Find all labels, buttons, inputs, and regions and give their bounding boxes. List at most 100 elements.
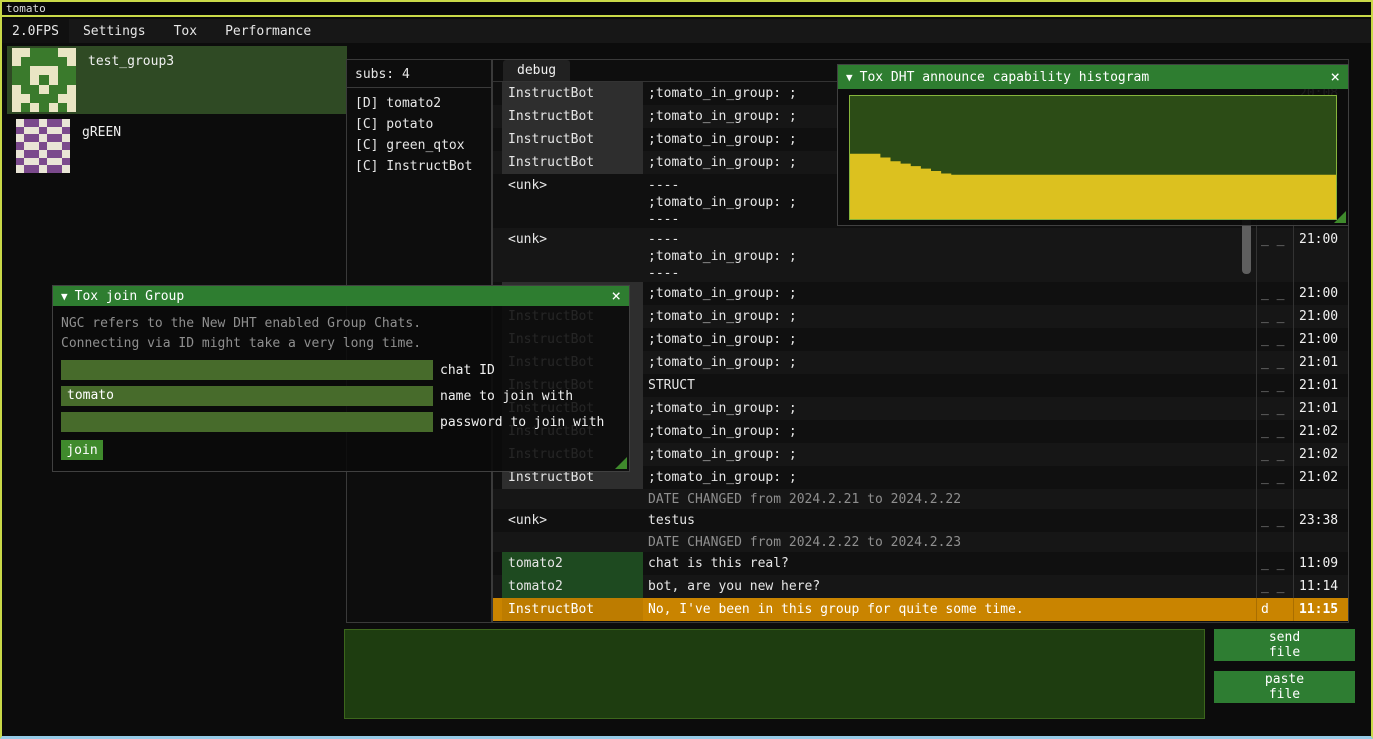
sender-name [502, 532, 643, 552]
sender-name: InstructBot [502, 128, 643, 151]
send-file-button[interactable]: send file [1214, 629, 1355, 661]
row-spacer [493, 489, 502, 509]
timestamp: 21:00 [1293, 305, 1348, 328]
join-group-titlebar[interactable]: ▼ Tox join Group × [53, 286, 629, 306]
group-list: test_group3 gREEN [7, 46, 347, 178]
read-marker: _ _ [1256, 374, 1293, 397]
window-titlebar[interactable]: tomato [2, 2, 1371, 17]
sender-name: InstructBot [502, 598, 643, 621]
dht-histogram-titlebar[interactable]: ▼ Tox DHT announce capability histogram … [838, 65, 1348, 89]
message-text: ;tomato_in_group: ; [643, 420, 1256, 443]
date-changed-text: DATE CHANGED from 2024.2.21 to 2024.2.22 [643, 489, 1256, 509]
join-name-label: name to join with [440, 389, 573, 404]
menu-item-tox[interactable]: Tox [160, 19, 211, 43]
collapse-arrow-icon[interactable]: ▼ [61, 290, 68, 303]
member-list-item[interactable]: [D] tomato2 [347, 93, 491, 114]
sender-name: <unk> [502, 174, 643, 228]
row-spacer [493, 228, 502, 282]
sender-name: InstructBot [502, 82, 643, 105]
sender-name: InstructBot [502, 151, 643, 174]
read-marker: _ _ [1256, 305, 1293, 328]
join-name-input[interactable]: tomato [61, 386, 433, 406]
message-text: bot, are you new here? [643, 575, 1256, 598]
read-marker [1256, 532, 1293, 552]
member-list-item[interactable]: [C] green_qtox [347, 135, 491, 156]
members-count-header: subs: 4 [347, 60, 491, 87]
message-text: chat is this real? [643, 552, 1256, 575]
read-marker: _ _ [1256, 443, 1293, 466]
timestamp: 21:00 [1293, 282, 1348, 305]
join-group-body: NGC refers to the New DHT enabled Group … [53, 306, 629, 468]
message-text: STRUCT [643, 374, 1256, 397]
row-spacer [493, 509, 502, 532]
join-info-line: NGC refers to the New DHT enabled Group … [61, 314, 621, 334]
read-marker: _ _ [1256, 466, 1293, 489]
row-spacer [493, 174, 502, 228]
read-marker: _ _ [1256, 575, 1293, 598]
sender-name: tomato2 [502, 552, 643, 575]
collapse-arrow-icon[interactable]: ▼ [846, 71, 853, 84]
join-group-title: Tox join Group [75, 289, 185, 304]
chat-message-row[interactable]: <unk>----;tomato_in_group: ;----_ _21:00 [493, 228, 1348, 282]
chat-message-row[interactable]: InstructBotNo, I've been in this group f… [493, 598, 1348, 621]
read-marker [1256, 489, 1293, 509]
group-item-green[interactable]: gREEN [7, 116, 347, 176]
chat-date-separator[interactable]: DATE CHANGED from 2024.2.21 to 2024.2.22 [493, 489, 1348, 509]
chat-date-separator[interactable]: DATE CHANGED from 2024.2.22 to 2024.2.23 [493, 532, 1348, 552]
menu-item-performance[interactable]: Performance [211, 19, 325, 43]
join-info-line: Connecting via ID might take a very long… [61, 334, 621, 354]
read-marker: d [1256, 598, 1293, 621]
chat-id-input[interactable] [61, 360, 433, 380]
row-spacer [493, 151, 502, 174]
timestamp: 11:15 [1293, 598, 1348, 621]
read-marker: _ _ [1256, 509, 1293, 532]
row-spacer [493, 598, 502, 621]
read-marker: _ _ [1256, 397, 1293, 420]
row-spacer [493, 82, 502, 105]
group-item-test_group3[interactable]: test_group3 [7, 46, 347, 114]
member-list-item[interactable]: [C] potato [347, 114, 491, 135]
timestamp: 21:02 [1293, 443, 1348, 466]
menu-item-settings[interactable]: Settings [69, 19, 160, 43]
message-text: ;tomato_in_group: ; [643, 305, 1256, 328]
timestamp: 21:01 [1293, 351, 1348, 374]
close-icon[interactable]: × [1330, 69, 1340, 85]
join-button[interactable]: join [61, 440, 103, 460]
row-spacer [493, 532, 502, 552]
window-title: tomato [6, 2, 46, 15]
sender-name [502, 489, 643, 509]
group-avatar [12, 48, 76, 112]
resize-grip[interactable] [615, 457, 627, 469]
tab-debug[interactable]: debug [503, 60, 570, 81]
timestamp: 21:01 [1293, 397, 1348, 420]
chat-message-row[interactable]: tomato2chat is this real?_ _11:09 [493, 552, 1348, 575]
member-list-item[interactable]: [C] InstructBot [347, 156, 491, 177]
dht-histogram-window: ▼ Tox DHT announce capability histogram … [837, 64, 1349, 226]
row-spacer [493, 128, 502, 151]
message-text: No, I've been in this group for quite so… [643, 598, 1256, 621]
message-text: ;tomato_in_group: ; [643, 397, 1256, 420]
chat-message-row[interactable]: tomato2bot, are you new here?_ _11:14 [493, 575, 1348, 598]
group-name: gREEN [82, 125, 121, 173]
read-marker: _ _ [1256, 420, 1293, 443]
resize-grip[interactable] [1334, 211, 1346, 223]
dht-histogram-plot [849, 95, 1337, 220]
sender-name: <unk> [502, 509, 643, 532]
dht-histogram-title: Tox DHT announce capability histogram [860, 70, 1150, 85]
message-input[interactable] [344, 629, 1205, 719]
member-list: [D] tomato2[C] potato[C] green_qtox[C] I… [347, 93, 491, 177]
timestamp: 11:14 [1293, 575, 1348, 598]
chat-message-row[interactable]: <unk>testus_ _23:38 [493, 509, 1348, 532]
message-text: ;tomato_in_group: ; [643, 351, 1256, 374]
fps-counter: 2.0FPS [2, 19, 69, 43]
message-text: ;tomato_in_group: ; [643, 282, 1256, 305]
timestamp [1293, 532, 1348, 552]
paste-file-button[interactable]: paste file [1214, 671, 1355, 703]
sender-name: <unk> [502, 228, 643, 282]
read-marker: _ _ [1256, 552, 1293, 575]
timestamp: 23:38 [1293, 509, 1348, 532]
close-icon[interactable]: × [611, 288, 621, 304]
timestamp: 21:00 [1293, 228, 1348, 282]
message-text: ----;tomato_in_group: ;---- [643, 228, 1256, 282]
join-password-input[interactable] [61, 412, 433, 432]
